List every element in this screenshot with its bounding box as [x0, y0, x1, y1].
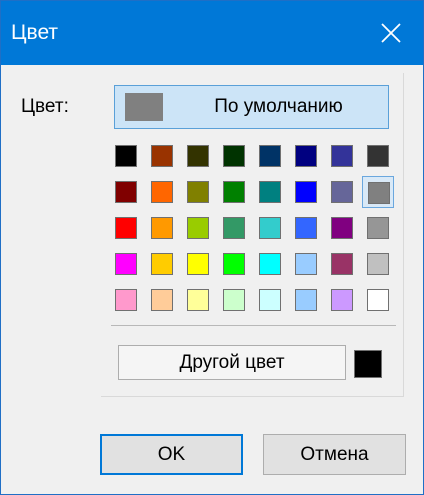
color-picker-panel: По умолчанию Другой цвет	[101, 73, 404, 397]
color-swatch-fill	[331, 217, 353, 239]
color-swatch-fill	[115, 253, 137, 275]
color-swatch[interactable]	[254, 248, 286, 280]
default-color-label: По умолчанию	[214, 96, 343, 117]
color-swatch[interactable]	[146, 248, 178, 280]
color-swatch-fill	[187, 217, 209, 239]
color-swatch-fill	[295, 181, 317, 203]
color-swatch-fill	[151, 253, 173, 275]
color-swatch[interactable]	[110, 176, 142, 208]
color-swatch[interactable]	[326, 176, 358, 208]
color-swatch-fill	[295, 289, 317, 311]
color-swatch-fill	[223, 289, 245, 311]
color-swatch[interactable]	[254, 176, 286, 208]
default-color-button[interactable]: По умолчанию	[114, 85, 389, 129]
color-swatch[interactable]	[290, 140, 322, 172]
color-swatch[interactable]	[254, 284, 286, 316]
color-swatch[interactable]	[362, 284, 394, 316]
color-swatch[interactable]	[290, 284, 322, 316]
color-swatch-fill	[295, 217, 317, 239]
color-swatch-fill	[151, 145, 173, 167]
color-swatch-fill	[259, 253, 281, 275]
color-swatch[interactable]	[110, 284, 142, 316]
color-swatch-fill	[259, 217, 281, 239]
color-swatch-fill	[259, 289, 281, 311]
color-swatch[interactable]	[290, 176, 322, 208]
color-swatch[interactable]	[218, 248, 250, 280]
color-swatch[interactable]	[218, 284, 250, 316]
color-swatch[interactable]	[146, 140, 178, 172]
color-swatch-fill	[151, 289, 173, 311]
color-swatch-fill	[259, 181, 281, 203]
color-swatch[interactable]	[182, 284, 214, 316]
color-label: Цвет:	[21, 96, 69, 117]
ok-button[interactable]: OK	[100, 434, 243, 475]
color-swatch-fill	[367, 145, 389, 167]
other-color-button[interactable]: Другой цвет	[118, 345, 346, 380]
color-swatch[interactable]	[326, 248, 358, 280]
color-swatch[interactable]	[146, 176, 178, 208]
color-swatch[interactable]	[218, 140, 250, 172]
color-swatch-fill	[367, 253, 389, 275]
color-swatch[interactable]	[146, 284, 178, 316]
color-swatch[interactable]	[362, 212, 394, 244]
color-swatch[interactable]	[182, 176, 214, 208]
color-swatch-fill	[187, 145, 209, 167]
color-swatch[interactable]	[326, 284, 358, 316]
color-swatch-fill	[151, 217, 173, 239]
color-swatch-fill	[223, 217, 245, 239]
color-swatch[interactable]	[254, 212, 286, 244]
color-swatch[interactable]	[182, 140, 214, 172]
color-swatch[interactable]	[182, 248, 214, 280]
color-swatch[interactable]	[326, 212, 358, 244]
color-swatch-fill	[295, 253, 317, 275]
color-swatch-fill	[115, 289, 137, 311]
default-color-swatch	[125, 93, 163, 121]
color-swatch[interactable]	[362, 248, 394, 280]
color-swatch[interactable]	[218, 212, 250, 244]
close-button[interactable]	[359, 1, 423, 65]
color-swatch[interactable]	[362, 140, 394, 172]
color-swatch[interactable]	[218, 176, 250, 208]
color-swatch-fill	[259, 145, 281, 167]
color-swatch[interactable]	[290, 212, 322, 244]
divider	[111, 325, 396, 326]
color-swatch[interactable]	[110, 248, 142, 280]
color-swatch[interactable]	[362, 176, 394, 208]
color-dialog: Цвет Цвет: По умолчанию Другой цвет OK О…	[0, 0, 424, 495]
color-swatch[interactable]	[146, 212, 178, 244]
color-swatch-fill	[187, 289, 209, 311]
color-swatch[interactable]	[254, 140, 286, 172]
color-swatch-fill	[295, 145, 317, 167]
color-swatch[interactable]	[182, 212, 214, 244]
color-swatch-fill	[115, 181, 137, 203]
color-swatch-fill	[187, 253, 209, 275]
color-swatch-fill	[115, 145, 137, 167]
color-swatch[interactable]	[110, 140, 142, 172]
color-swatch-fill	[187, 181, 209, 203]
color-swatch-fill	[223, 145, 245, 167]
color-swatch-fill	[368, 182, 390, 204]
color-swatch-fill	[367, 217, 389, 239]
color-swatch-fill	[223, 181, 245, 203]
color-swatch-fill	[367, 289, 389, 311]
title-bar: Цвет	[1, 1, 423, 65]
close-icon	[381, 23, 401, 43]
color-swatch-fill	[223, 253, 245, 275]
color-swatch-fill	[331, 289, 353, 311]
current-color-swatch	[354, 350, 382, 378]
color-swatch-fill	[331, 145, 353, 167]
dialog-title: Цвет	[11, 21, 59, 44]
color-swatch-fill	[115, 217, 137, 239]
color-swatch[interactable]	[110, 212, 142, 244]
color-swatch-fill	[331, 253, 353, 275]
color-swatch-fill	[151, 181, 173, 203]
color-swatch[interactable]	[326, 140, 358, 172]
color-swatch-fill	[331, 181, 353, 203]
color-swatch[interactable]	[290, 248, 322, 280]
cancel-button[interactable]: Отмена	[263, 434, 406, 475]
